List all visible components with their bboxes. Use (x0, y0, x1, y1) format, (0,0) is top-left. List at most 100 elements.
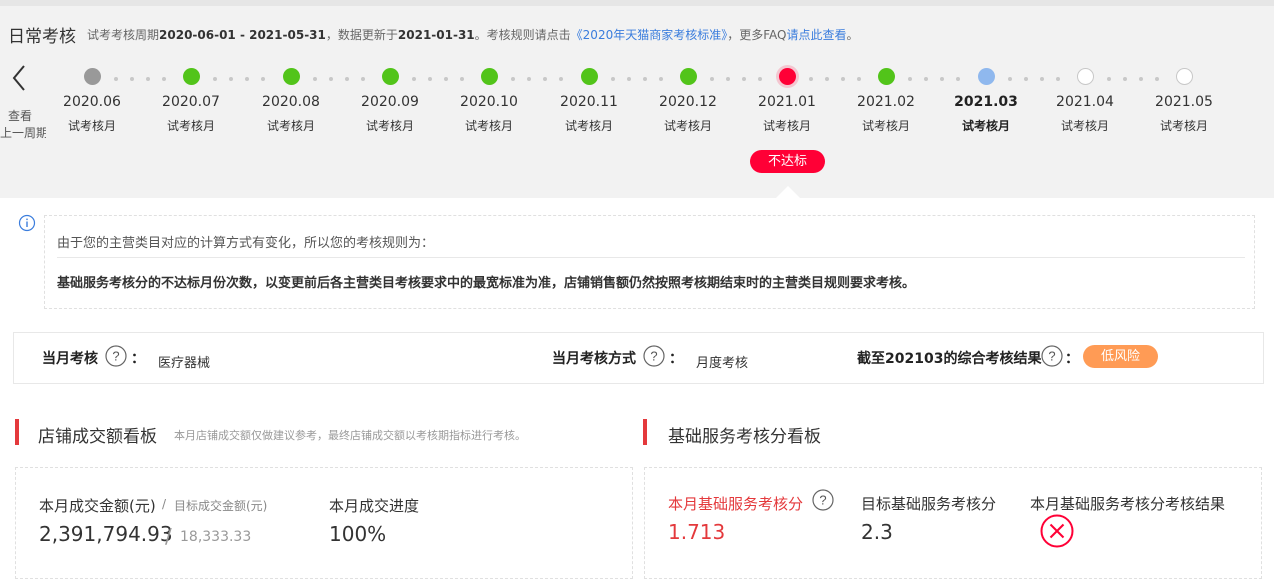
amount-value-slash: / (165, 524, 172, 548)
progress-value: 100% (329, 522, 387, 546)
timeline-connector-dot (130, 77, 134, 81)
update-date: 2021-01-31 (397, 28, 475, 42)
timeline-connector-dot (345, 77, 349, 81)
status-dot-red (779, 68, 796, 85)
step-label: 试考核月 (762, 119, 811, 133)
timeline-connector-dot (511, 77, 515, 81)
target-amount-value: 18,333.33 (180, 529, 252, 545)
method-label: 当月考核方式 (552, 351, 636, 367)
overall-result-label: 截至202103的综合考核结果 (857, 351, 1042, 367)
timeline-connector-dot (1107, 77, 1111, 81)
pointer-arrow (776, 186, 800, 198)
service-score-value: 1.713 (668, 520, 726, 544)
step-label: 试考核月 (663, 119, 712, 133)
page-title: 日常考核 (8, 27, 76, 47)
step-date: 2021.02 (857, 94, 915, 110)
step-label: 试考核月 (1060, 119, 1109, 133)
service-score-label: 本月基础服务考核分 (668, 495, 804, 513)
step-label: 试考核月 (564, 119, 613, 133)
fail-circle-x-icon (1040, 514, 1074, 548)
step-label: 试考核月 (961, 119, 1010, 133)
step-date: 2020.11 (560, 94, 618, 110)
cycle-period: 2020-06-01 - 2021-05-31 (159, 28, 326, 42)
timeline-connector-dot (809, 77, 813, 81)
svg-text:?: ? (1048, 349, 1055, 364)
faq-link[interactable]: 请点此查看 (786, 28, 846, 42)
notice-line-2: 基础服务考核分的不达标月份次数，以变更前后各主营类目考核要求中的最宽标准为准，店… (57, 276, 916, 291)
status-dot-empty (1176, 68, 1193, 85)
status-dot-green (680, 68, 697, 85)
gmv-panel: 本月成交金额(元) / 目标成交金额(元) 2,391,794.93 / 18,… (15, 467, 633, 579)
question-icon[interactable]: ? (812, 489, 834, 511)
amount-value: 2,391,794.93 (39, 522, 173, 546)
timeline-connector-dot (908, 77, 912, 81)
step-date: 2020.06 (63, 94, 121, 110)
timeline-connector-dot (758, 77, 762, 81)
score-result-label: 本月基础服务考核分考核结果 (1030, 495, 1226, 513)
gmv-board-title: 店铺成交额看板 (38, 427, 157, 447)
step-date: 2021.04 (1056, 94, 1114, 110)
step-date: 2020.12 (659, 94, 717, 110)
timeline-connector-dot (329, 77, 333, 81)
target-score-value: 2.3 (861, 520, 893, 544)
timeline-connector-dot (444, 77, 448, 81)
prev-cycle-button[interactable] (6, 58, 32, 98)
timeline-connector-dot (1123, 77, 1127, 81)
timeline-connector-dot (361, 77, 365, 81)
timeline-connector-dot (114, 77, 118, 81)
status-dot-green (878, 68, 895, 85)
timeline-connector-dot (940, 77, 944, 81)
step-date: 2020.09 (361, 94, 419, 110)
timeline-connector-dot (627, 77, 631, 81)
step-label: 试考核月 (166, 119, 215, 133)
timeline-connector-dot (428, 77, 432, 81)
timeline-connector-dot (1056, 77, 1060, 81)
status-dot-green (183, 68, 200, 85)
method-colon: ： (669, 351, 683, 367)
step-label: 试考核月 (861, 119, 910, 133)
timeline-connector-dot (643, 77, 647, 81)
status-dot-green (382, 68, 399, 85)
risk-badge: 低风险 (1083, 345, 1158, 368)
prev-cycle-link[interactable]: 查看 上一周期 (0, 108, 46, 142)
status-dot-empty (1077, 68, 1094, 85)
timeline-connector-dot (162, 77, 166, 81)
timeline-connector-dot (1024, 77, 1028, 81)
amount-label: 本月成交金额(元) (39, 497, 156, 515)
notice-line-1: 由于您的主营类目对应的计算方式有变化，所以您的考核规则为： (57, 236, 435, 251)
top-divider (0, 0, 1274, 6)
timeline-connector-dot (1139, 77, 1143, 81)
timeline-connector-dot (213, 77, 217, 81)
svg-text:?: ? (112, 349, 119, 364)
gmv-section-marker (15, 419, 19, 445)
timeline-connector-dot (1008, 77, 1012, 81)
step-label: 试考核月 (464, 119, 513, 133)
cycle-subtitle: 试考考核周期2020-06-01 - 2021-05-31，数据更新于2021-… (87, 28, 859, 42)
step-date: 2021.05 (1155, 94, 1213, 110)
svg-text:?: ? (650, 349, 657, 364)
service-panel: 本月基础服务考核分 ? 1.713 目标基础服务考核分 2.3 本月基础服务考核… (644, 467, 1262, 579)
question-icon[interactable]: ? (105, 345, 127, 367)
step-date: 2021.03 (954, 94, 1018, 110)
timeline-connector-dot (543, 77, 547, 81)
timeline-connector-dot (261, 77, 265, 81)
rule-change-notice: 由于您的主营类目对应的计算方式有变化，所以您的考核规则为： 基础服务考核分的不达… (44, 215, 1255, 309)
rule-standard-link[interactable]: 《2020年天猫商家考核标准》 (571, 28, 728, 42)
step-date: 2021.01 (758, 94, 816, 110)
timeline-connector-dot (559, 77, 563, 81)
month-check-colon: ： (131, 351, 145, 367)
step-date: 2020.08 (262, 94, 320, 110)
gmv-board-note: 本月店铺成交额仅做建议参考，最终店铺成交额以考核期指标进行考核。 (174, 429, 526, 442)
timeline-connector-dot (742, 77, 746, 81)
question-icon[interactable]: ? (643, 345, 665, 367)
step-label: 试考核月 (1159, 119, 1208, 133)
service-board-title: 基础服务考核分看板 (668, 427, 821, 447)
cycle-header: 日常考核 试考考核周期2020-06-01 - 2021-05-31，数据更新于… (0, 0, 1274, 198)
status-dot-green (283, 68, 300, 85)
question-icon[interactable]: ? (1041, 345, 1063, 367)
step-label: 试考核月 (67, 119, 116, 133)
timeline-connector-dot (1155, 77, 1159, 81)
timeline-connector-dot (313, 77, 317, 81)
status-dot-current (978, 68, 995, 85)
notice-divider (57, 257, 1245, 258)
